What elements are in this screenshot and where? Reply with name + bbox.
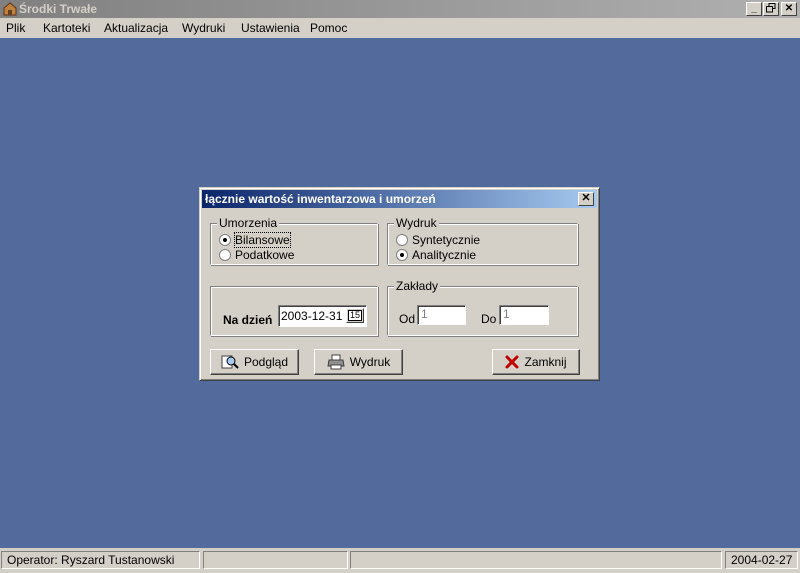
menu-plik[interactable]: Plik: [6, 21, 25, 35]
close-window-button[interactable]: ✕: [781, 2, 797, 16]
na-dzien-group: Na dzień 2003-12-31 15: [210, 286, 378, 336]
radio-podatkowe-label[interactable]: Podatkowe: [235, 248, 294, 262]
printer-icon: [327, 354, 345, 370]
do-label: Do: [481, 312, 497, 326]
menu-aktualizacja[interactable]: Aktualizacja: [104, 21, 168, 35]
na-dzien-label: Na dzień: [223, 313, 273, 327]
magnifier-icon: [221, 355, 239, 369]
status-operator: Operator: Ryszard Tustanowski: [1, 551, 200, 569]
print-label: Wydruk: [349, 355, 391, 369]
radio-bilansowe[interactable]: Bilansowe: [219, 231, 291, 248]
radio-analitycznie[interactable]: Analitycznie: [396, 247, 476, 262]
app-title-bar: Środki Trwałe _ ✕: [0, 0, 800, 18]
od-label: Od: [399, 312, 416, 326]
report-dialog: łącznie wartość inwentarzowa i umorzeń ✕…: [199, 187, 600, 381]
dialog-close-button[interactable]: ✕: [578, 192, 594, 206]
dialog-title-bar: łącznie wartość inwentarzowa i umorzeń ✕: [202, 190, 597, 208]
radio-podatkowe[interactable]: Podatkowe: [219, 247, 294, 262]
menu-bar: Plik Kartoteki Aktualizacja Wydruki Usta…: [0, 18, 800, 38]
status-panel-3: [350, 551, 722, 569]
menu-ustawienia[interactable]: Ustawienia: [241, 21, 300, 35]
umorzenia-label: Umorzenia: [217, 216, 280, 230]
radio-analitycznie-label[interactable]: Analitycznie: [412, 248, 476, 262]
zaklady-label: Zakłady: [394, 279, 441, 293]
do-input[interactable]: 1: [499, 305, 549, 325]
app-title: Środki Trwałe: [19, 2, 98, 16]
restore-button[interactable]: [763, 2, 779, 16]
calendar-icon: 15: [347, 310, 362, 321]
close-label: Zamknij: [524, 355, 567, 369]
radio-syntetycznie-indicator[interactable]: [396, 233, 408, 246]
preview-button[interactable]: Podgląd: [210, 349, 299, 375]
date-picker[interactable]: 2003-12-31 15: [278, 305, 367, 327]
od-input[interactable]: 1: [417, 305, 466, 325]
red-x-icon: [505, 355, 519, 369]
radio-bilansowe-indicator[interactable]: [219, 233, 231, 246]
print-button[interactable]: Wydruk: [314, 349, 403, 375]
wydruk-label: Wydruk: [394, 216, 439, 230]
radio-syntetycznie[interactable]: Syntetycznie: [396, 232, 480, 247]
umorzenia-group: Umorzenia Bilansowe Podatkowe: [210, 216, 378, 265]
wydruk-group: Wydruk Syntetycznie Analitycznie: [387, 216, 578, 265]
minimize-button[interactable]: _: [746, 2, 762, 16]
zaklady-group: Zakłady Od 1 Do 1: [387, 279, 578, 336]
status-bar: Operator: Ryszard Tustanowski 2004-02-27: [0, 548, 800, 573]
menu-kartoteki[interactable]: Kartoteki: [43, 21, 90, 35]
close-button[interactable]: Zamknij: [492, 349, 580, 375]
radio-podatkowe-indicator[interactable]: [219, 248, 231, 261]
calendar-button[interactable]: 15: [346, 308, 364, 323]
restore-icon: [766, 3, 776, 13]
status-panel-2: [203, 551, 348, 569]
radio-bilansowe-label[interactable]: Bilansowe: [234, 231, 291, 248]
status-date: 2004-02-27: [725, 551, 798, 569]
app-icon: [3, 2, 17, 16]
menu-wydruki[interactable]: Wydruki: [182, 21, 225, 35]
dialog-title: łącznie wartość inwentarzowa i umorzeń: [205, 192, 436, 206]
radio-syntetycznie-label[interactable]: Syntetycznie: [412, 233, 480, 247]
preview-label: Podgląd: [243, 355, 289, 369]
date-value[interactable]: 2003-12-31: [281, 308, 342, 324]
radio-analitycznie-indicator[interactable]: [396, 248, 408, 261]
menu-pomoc[interactable]: Pomoc: [310, 21, 347, 35]
